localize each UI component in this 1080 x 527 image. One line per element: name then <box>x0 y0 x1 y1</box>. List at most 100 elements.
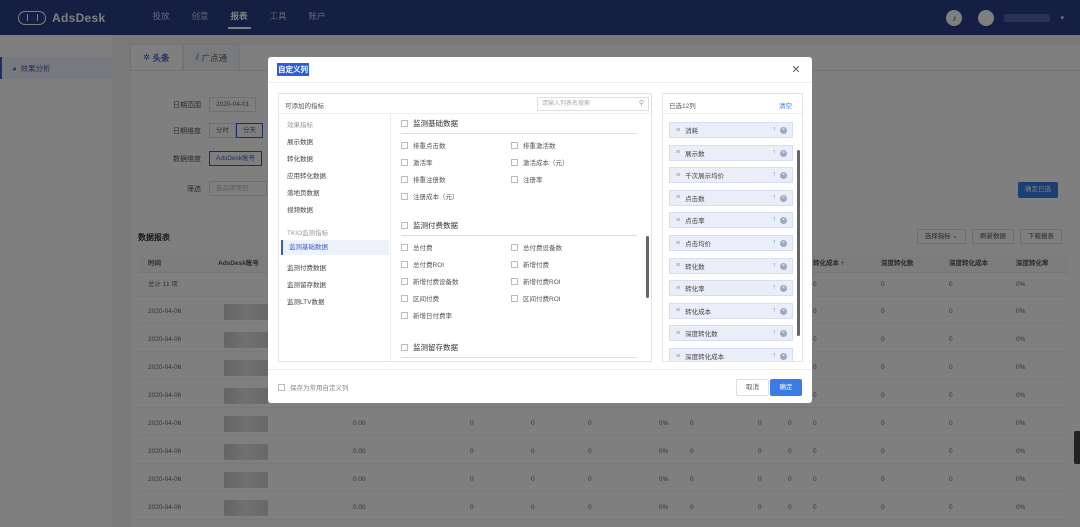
checkbox[interactable] <box>511 277 518 285</box>
drag-handle-icon[interactable]: ≡ <box>676 240 680 247</box>
selected-column-item[interactable]: ≡ 展示数 ↑ × <box>669 144 793 161</box>
checkbox[interactable] <box>401 260 408 268</box>
metric-option[interactable]: 排重注册数 <box>401 174 446 184</box>
category-item[interactable]: 落地页数据 <box>287 187 320 197</box>
drag-handle-icon[interactable]: ≡ <box>676 172 680 179</box>
drag-handle-icon[interactable]: ≡ <box>676 285 680 292</box>
remove-icon[interactable]: × <box>780 262 787 270</box>
selected-column-item[interactable]: ≡ 消耗 ↑ × <box>669 122 793 138</box>
metric-option[interactable]: 排重激活数 <box>511 140 556 150</box>
metric-option[interactable]: 总付费ROI <box>401 259 444 269</box>
checkbox[interactable] <box>401 175 408 183</box>
selected-column-item[interactable]: ≡ 转化率 ↑ × <box>669 280 793 297</box>
arrow-up-icon[interactable]: ↑ <box>773 216 777 223</box>
remove-icon[interactable]: × <box>780 307 787 315</box>
remove-icon[interactable]: × <box>780 330 787 338</box>
options-scrollbar[interactable] <box>646 236 649 298</box>
checkbox[interactable] <box>401 344 408 351</box>
selected-column-item[interactable]: ≡ 千次展示均价 ↑ × <box>669 167 793 184</box>
checkbox[interactable] <box>511 141 518 149</box>
ok-button[interactable]: 确定 <box>770 379 802 396</box>
arrow-up-icon[interactable]: ↑ <box>773 307 777 314</box>
selected-column-item[interactable]: ≡ 点击数 ↑ × <box>669 189 793 206</box>
clear-button[interactable]: 清空 <box>779 100 792 110</box>
metric-option[interactable]: 总付费设备数 <box>511 242 562 252</box>
cancel-button[interactable]: 取消 <box>736 379 769 396</box>
checkbox[interactable] <box>511 158 518 166</box>
drag-handle-icon[interactable]: ≡ <box>676 307 680 314</box>
arrow-up-icon[interactable]: ↑ <box>773 284 777 291</box>
remove-icon[interactable]: × <box>780 240 787 247</box>
arrow-up-icon[interactable]: ↑ <box>773 329 777 336</box>
drag-handle-icon[interactable]: ≡ <box>676 149 680 156</box>
checkbox[interactable] <box>401 311 408 319</box>
remove-icon[interactable]: × <box>780 194 787 202</box>
metric-option[interactable]: 总付费 <box>401 242 433 252</box>
checkbox[interactable] <box>511 243 518 251</box>
checkbox[interactable] <box>401 120 408 127</box>
drag-handle-icon[interactable]: ≡ <box>676 262 680 269</box>
remove-icon[interactable]: × <box>780 217 787 225</box>
drag-handle-icon[interactable]: ≡ <box>676 127 680 134</box>
checkbox[interactable] <box>401 192 408 200</box>
arrow-up-icon[interactable]: ↑ <box>773 239 777 246</box>
metric-option[interactable]: 区间付费 <box>401 293 439 303</box>
drag-handle-icon[interactable]: ≡ <box>676 330 680 337</box>
drag-handle-icon[interactable]: ≡ <box>676 194 680 201</box>
arrow-up-icon[interactable]: ↑ <box>773 126 777 133</box>
drag-handle-icon[interactable]: ≡ <box>676 353 680 360</box>
metric-option[interactable]: 激活成本（元） <box>511 157 569 167</box>
search-input[interactable]: 请输入列表名搜索 ⚲ <box>537 97 649 111</box>
arrow-up-icon[interactable]: ↑ <box>773 194 777 201</box>
search-icon[interactable]: ⚲ <box>639 98 644 110</box>
remove-icon[interactable]: × <box>780 127 787 134</box>
checkbox[interactable] <box>278 383 285 391</box>
category-item[interactable]: 展示数据 <box>287 136 313 146</box>
checkbox[interactable] <box>401 158 408 166</box>
selected-column-item[interactable]: ≡ 深度转化数 ↑ × <box>669 325 793 342</box>
selected-column-item[interactable]: ≡ 点击均价 ↑ × <box>669 235 793 251</box>
selected-column-item[interactable]: ≡ 转化成本 ↑ × <box>669 302 793 319</box>
metric-option[interactable]: 新增付费设备数 <box>401 276 459 286</box>
category-item[interactable]: 监测留存数据 <box>287 279 326 289</box>
category-item[interactable]: 监测LTV数据 <box>287 296 324 306</box>
arrow-up-icon[interactable]: ↑ <box>773 262 777 269</box>
category-item[interactable]: 转化数据 <box>287 153 313 163</box>
metric-option[interactable]: 排重点击数 <box>401 140 446 150</box>
section-header[interactable]: 监测基础数据 <box>401 118 458 129</box>
checkbox[interactable] <box>401 222 408 229</box>
checkbox[interactable] <box>511 175 518 183</box>
remove-icon[interactable]: × <box>780 149 787 157</box>
checkbox[interactable] <box>401 141 408 149</box>
checkbox[interactable] <box>401 277 408 285</box>
arrow-up-icon[interactable]: ↑ <box>773 149 777 156</box>
arrow-up-icon[interactable]: ↑ <box>773 171 777 178</box>
metric-option[interactable]: 新增付费 <box>511 259 549 269</box>
metric-option[interactable]: 新增付费ROI <box>511 276 561 286</box>
selected-scrollbar[interactable] <box>797 150 800 336</box>
category-item[interactable]: 应用转化数据 <box>287 170 326 180</box>
remove-icon[interactable]: × <box>780 285 787 293</box>
metric-option[interactable]: 区间付费ROI <box>511 293 561 303</box>
remove-icon[interactable]: × <box>780 353 787 360</box>
checkbox[interactable] <box>511 260 518 268</box>
save-as-common-checkbox[interactable]: 保存为常用自定义列 <box>278 382 349 392</box>
checkbox[interactable] <box>511 294 518 302</box>
checkbox[interactable] <box>401 294 408 302</box>
metric-option[interactable]: 注册率 <box>511 174 543 184</box>
remove-icon[interactable]: × <box>780 172 787 180</box>
selected-column-item[interactable]: ≡ 深度转化成本 ↑ × <box>669 348 793 361</box>
metric-option[interactable]: 注册成本（元） <box>401 191 459 201</box>
selected-column-item[interactable]: ≡ 点击率 ↑ × <box>669 212 793 229</box>
checkbox[interactable] <box>401 243 408 251</box>
category-item[interactable]: 视频数据 <box>287 204 313 214</box>
metric-option[interactable]: 激活率 <box>401 157 433 167</box>
selected-column-item[interactable]: ≡ 转化数 ↑ × <box>669 257 793 274</box>
category-item[interactable]: 监测付费数据 <box>287 262 326 272</box>
metric-option[interactable]: 新增日付费率 <box>401 310 452 320</box>
section-header[interactable]: 监测付费数据 <box>401 220 458 231</box>
drag-handle-icon[interactable]: ≡ <box>676 217 680 224</box>
close-icon[interactable]: ✕ <box>789 63 803 77</box>
arrow-up-icon[interactable]: ↑ <box>773 352 777 359</box>
category-item[interactable]: 监测基础数据 <box>281 240 389 255</box>
